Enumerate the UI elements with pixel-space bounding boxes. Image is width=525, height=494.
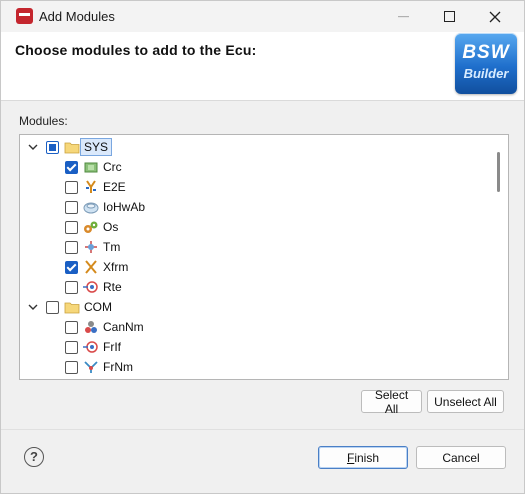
bsw-builder-logo: BSW Builder <box>455 33 517 94</box>
finish-button[interactable]: Finish <box>318 446 408 469</box>
tree-item-label: E2E <box>103 180 126 194</box>
tree-module-row[interactable]: FrIf <box>20 337 490 357</box>
tree-item-label: Xfrm <box>103 260 129 274</box>
tree-module-row[interactable]: Crc <box>20 157 490 177</box>
checkbox[interactable] <box>65 161 78 174</box>
frif-module-icon <box>83 340 99 354</box>
window-title: Add Modules <box>39 9 115 24</box>
tree-item-label: Tm <box>103 240 121 254</box>
tree-item-label: FrIf <box>103 340 121 354</box>
checkbox[interactable] <box>46 141 59 154</box>
finish-mnemonic: F <box>346 450 355 465</box>
minimize-icon <box>397 15 409 17</box>
frnm-module-icon <box>83 360 99 374</box>
checkbox[interactable] <box>65 341 78 354</box>
checkbox[interactable] <box>65 241 78 254</box>
checkbox[interactable] <box>65 361 78 374</box>
footer-divider <box>1 429 524 430</box>
tree-module-row[interactable]: FrNm <box>20 357 490 377</box>
tree-item-label: COM <box>84 300 112 314</box>
title-bar: Add Modules <box>1 1 524 32</box>
os-module-icon <box>83 220 99 234</box>
chevron-down-icon[interactable] <box>27 301 39 313</box>
checkbox[interactable] <box>46 301 59 314</box>
minimize-button[interactable] <box>380 1 426 32</box>
select-all-button[interactable]: Select All <box>361 388 422 416</box>
folder-icon <box>64 140 80 154</box>
help-icon[interactable]: ? <box>24 447 44 467</box>
iohwab-module-icon <box>83 200 99 214</box>
app-icon <box>16 8 33 24</box>
tree-module-row[interactable]: Tm <box>20 237 490 257</box>
tree-module-row[interactable]: E2E <box>20 177 490 197</box>
scrollbar-thumb[interactable] <box>497 152 500 192</box>
close-icon <box>489 11 501 22</box>
crc-module-icon <box>83 160 99 174</box>
checkbox[interactable] <box>65 321 78 334</box>
checkbox[interactable] <box>65 201 78 214</box>
cannm-module-icon <box>83 320 99 334</box>
close-button[interactable] <box>472 1 518 32</box>
dialog-header: Choose modules to add to the Ecu: BSW Bu… <box>1 32 524 101</box>
finish-label-rest: inish <box>354 450 380 465</box>
checkbox[interactable] <box>65 181 78 194</box>
logo-text-line1: BSW <box>462 42 510 63</box>
xfrm-module-icon <box>83 260 99 274</box>
tree-module-row[interactable]: Os <box>20 217 490 237</box>
cancel-button[interactable]: Cancel <box>416 446 506 469</box>
add-modules-dialog: Add Modules Choose modules to add to the… <box>0 0 525 494</box>
e2e-module-icon <box>83 180 99 194</box>
tree-item-label: IoHwAb <box>103 200 146 214</box>
tree-item-label: SYS <box>80 138 113 156</box>
checkbox[interactable] <box>65 261 78 274</box>
tree-category-row[interactable]: SYS <box>20 137 490 157</box>
folder-icon <box>64 300 80 314</box>
unselect-all-button[interactable]: Unselect All <box>427 390 504 413</box>
maximize-button[interactable] <box>426 1 472 32</box>
rte-module-icon <box>83 280 99 294</box>
tree-item-label: Crc <box>103 160 122 174</box>
maximize-icon <box>443 11 455 22</box>
checkbox[interactable] <box>65 221 78 234</box>
chevron-down-icon[interactable] <box>27 141 39 153</box>
tree-category-row[interactable]: COM <box>20 297 490 317</box>
checkbox[interactable] <box>65 281 78 294</box>
tree-item-label: FrNm <box>103 360 133 374</box>
tree-item-label: CanNm <box>103 320 144 334</box>
tree-module-row[interactable]: IoHwAb <box>20 197 490 217</box>
modules-tree[interactable]: SYS Crc E2E IoHwAb Os Tm Xfrm Rte COM CanNm FrIf Fr… <box>19 134 509 380</box>
logo-text-line2: Builder <box>463 66 509 81</box>
tree-item-label: Rte <box>103 280 122 294</box>
tree-module-row[interactable]: Rte <box>20 277 490 297</box>
tree-item-label: Os <box>103 220 119 234</box>
modules-label: Modules: <box>19 114 68 128</box>
tree-module-row[interactable]: CanNm <box>20 317 490 337</box>
header-title: Choose modules to add to the Ecu: <box>15 42 257 58</box>
tree-module-row[interactable]: Xfrm <box>20 257 490 277</box>
tm-module-icon <box>83 240 99 254</box>
